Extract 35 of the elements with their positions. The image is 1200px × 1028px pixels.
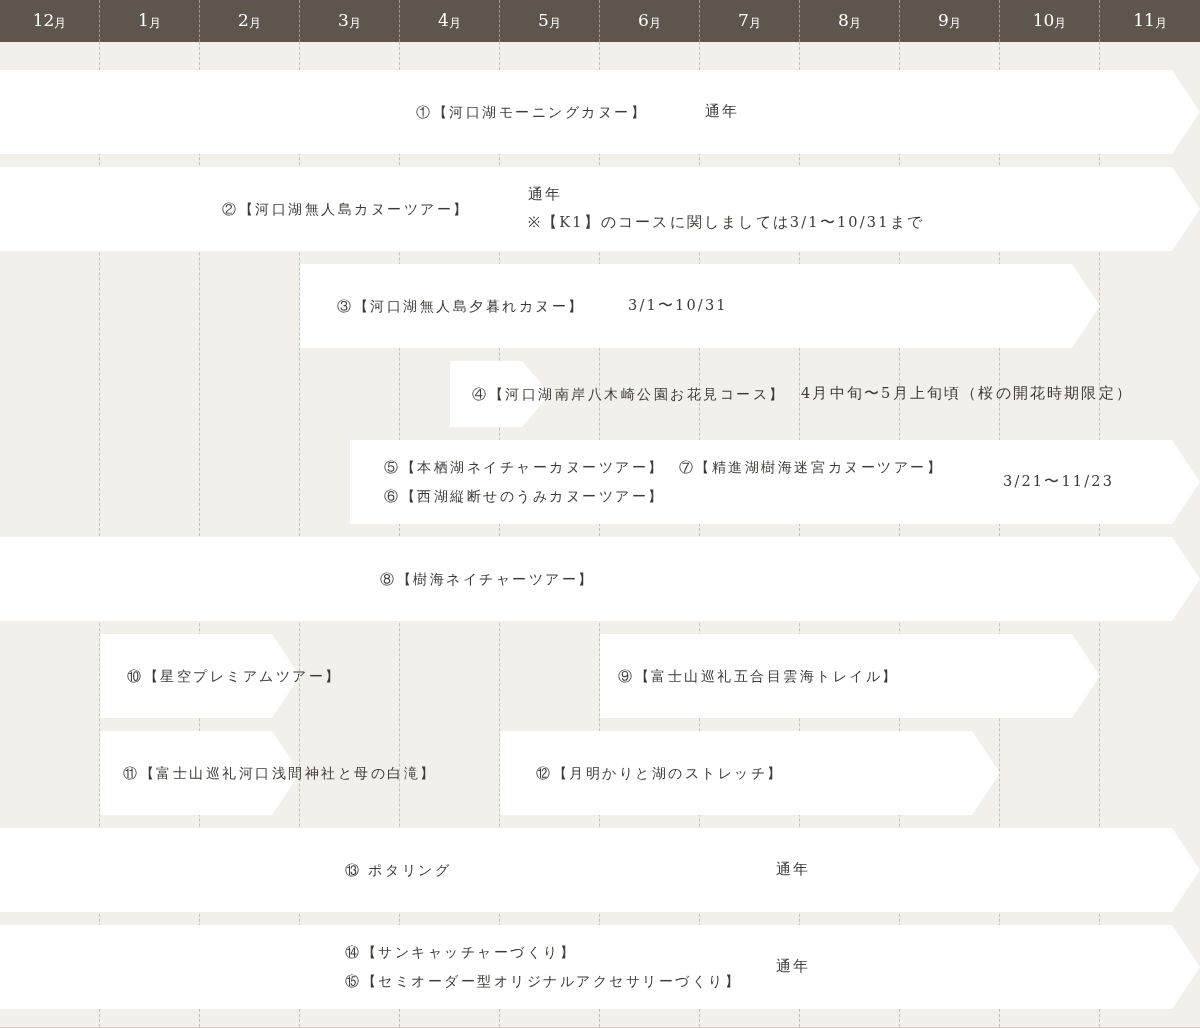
month-header: 11 月	[1132, 9, 1168, 33]
tour-name: ②【河口湖無人島カヌーツアー】	[222, 199, 470, 219]
tour-name: ⑦【精進湖樹海迷宮カヌーツアー】	[678, 458, 944, 477]
tour-name: ⑨【富士山巡礼五合目雲海トレイル】	[618, 666, 899, 686]
period-text: 3/21〜11/23	[1003, 472, 1115, 492]
month-header: 5月	[500, 0, 600, 42]
month-header: 9月	[900, 0, 1000, 42]
tour-name: ⑪【富士山巡礼河口浅間神社と母の白滝】	[123, 763, 437, 783]
month-header: 3月	[300, 0, 400, 42]
tour-name: ④【河口湖南岸八木崎公園お花見コース】	[472, 384, 786, 404]
period-text: 通年	[705, 102, 740, 122]
month-header: 2 月	[200, 0, 300, 42]
month-header: 6月	[600, 0, 700, 42]
period-text: 3/1〜10/31	[628, 296, 728, 316]
tour-name: ③【河口湖無人島夕暮れカヌー】	[337, 296, 585, 316]
month-header: 10月	[1000, 0, 1100, 42]
tour-name: ⑥【西湖縦断せのうみカヌーツアー】	[384, 487, 665, 506]
month-header: 4月	[400, 0, 500, 42]
period-text: 通年	[776, 957, 811, 977]
month-header: 1 月	[100, 0, 200, 42]
period-text: 4月中旬〜5月上旬頃（桜の開花時期限定）	[801, 384, 1133, 404]
period-text: 通年	[528, 185, 564, 205]
tour-name: ⑬ ポタリング	[345, 860, 452, 880]
month-header: 12月	[0, 0, 100, 42]
tour-name: ⑮【セミオーダー型オリジナルアクセサリーづくり】	[345, 972, 742, 991]
tour-name: ⑧【樹海ネイチャーツアー】	[380, 569, 595, 589]
tour-name: ⑤【本栖湖ネイチャーカヌーツアー】	[384, 458, 665, 477]
tour-name: ⑭【サンキャッチャーづくり】	[345, 943, 577, 962]
tour-name: ⑩【星空プレミアムツアー】	[127, 666, 342, 686]
period-text: 通年	[776, 860, 811, 880]
tour-name: ①【河口湖モーニングカヌー】	[416, 102, 648, 122]
month-header: 8月	[800, 0, 900, 42]
tour-name: ⑫【月明かりと湖のストレッチ】	[536, 763, 784, 783]
month-header: 7月	[700, 0, 800, 42]
period-text: ※【K1】のコースに関しましては3/1〜10/31まで	[528, 213, 924, 232]
